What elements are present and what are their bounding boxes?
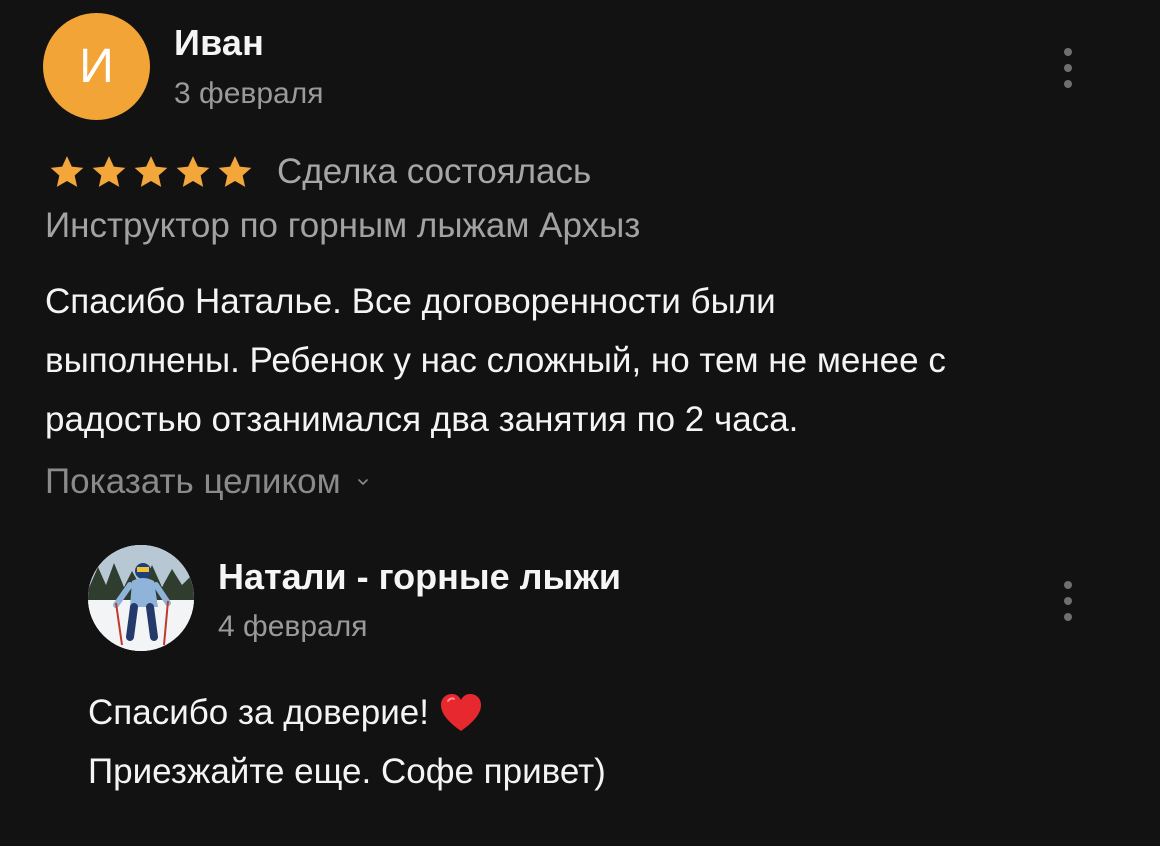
replier-avatar[interactable] [88, 545, 194, 651]
review-text-line: Спасибо Наталье. Все договоренности были [45, 282, 776, 321]
reply-text-line: Приезжайте еще. Софе привет) [88, 742, 606, 801]
service-name[interactable]: Инструктор по горным лыжам Архыз [45, 206, 640, 246]
show-full-label: Показать целиком [45, 462, 341, 501]
reply-line-2: Приезжайте еще. Софе привет) [88, 752, 606, 791]
reply-more-options-icon[interactable] [1062, 581, 1074, 621]
reply-date: 4 февраля [218, 610, 368, 643]
reply-text: Спасибо за доверие! Приезжайте еще. Софе… [88, 683, 606, 801]
review-text-line: выполнены. Ребенок у нас сложный, но тем… [45, 341, 946, 380]
heart-icon [439, 693, 483, 733]
review-more-options-icon[interactable] [1062, 48, 1074, 88]
star-icon [47, 152, 87, 192]
reviewer-name[interactable]: Иван [174, 22, 264, 64]
review-card: И Иван 3 февраля Сделка состоялась Инстр… [0, 0, 1160, 846]
star-icon [131, 152, 171, 192]
deal-status-label: Сделка состоялась [277, 152, 592, 191]
star-icon [89, 152, 129, 192]
reply-text-line: Спасибо за доверие! [88, 683, 606, 742]
review-text: Спасибо Наталье. Все договоренности были… [45, 272, 1135, 449]
reviewer-avatar[interactable]: И [43, 13, 150, 120]
review-date: 3 февраля [174, 77, 324, 110]
star-icon [173, 152, 213, 192]
replier-name[interactable]: Натали - горные лыжи [218, 556, 621, 598]
chevron-down-icon [357, 476, 369, 488]
star-icon [215, 152, 255, 192]
show-full-button[interactable]: Показать целиком [45, 462, 369, 502]
star-rating [47, 152, 255, 192]
reply-line-1: Спасибо за доверие! [88, 693, 429, 732]
rating-row: Сделка состоялась [47, 146, 591, 198]
review-text-line: радостью отзанимался два занятия по 2 ча… [45, 400, 799, 439]
